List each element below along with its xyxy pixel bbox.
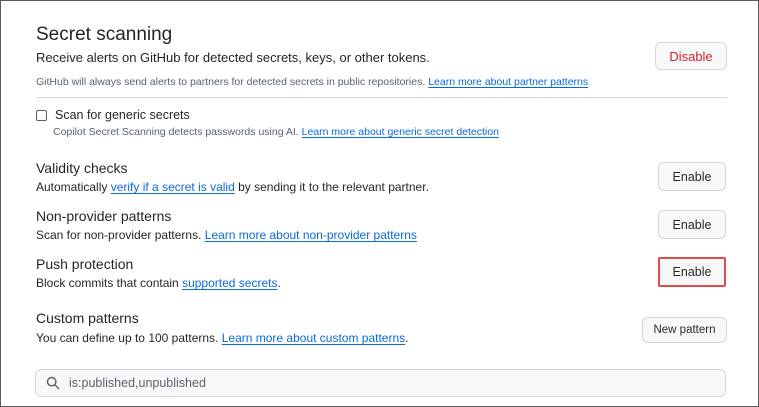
custom-patterns-link[interactable]: Learn more about custom patterns — [222, 331, 405, 345]
search-icon — [46, 376, 60, 390]
enable-push-protection-button[interactable]: Enable — [658, 257, 726, 287]
non-provider-patterns-title: Non-provider patterns — [36, 208, 172, 224]
partner-patterns-link[interactable]: Learn more about partner patterns — [428, 76, 588, 88]
custom-patterns-period: . — [405, 331, 409, 345]
partner-alerts-note: GitHub will always send alerts to partne… — [36, 76, 588, 88]
push-protection-desc-text: Block commits that contain — [36, 276, 179, 290]
verify-secret-link[interactable]: verify if a secret is valid — [111, 180, 235, 194]
push-protection-title: Push protection — [36, 256, 134, 272]
section-divider — [36, 97, 727, 98]
push-protection-description: Block commits that contain supported sec… — [36, 276, 281, 290]
push-protection-period: . — [277, 276, 281, 290]
validity-checks-desc-after: by sending it to the relevant partner. — [238, 180, 429, 194]
enable-validity-checks-button[interactable]: Enable — [658, 162, 726, 191]
enable-non-provider-patterns-button[interactable]: Enable — [658, 210, 726, 239]
secret-scanning-description: Receive alerts on GitHub for detected se… — [36, 50, 430, 65]
validity-checks-description: Automatically verify if a secret is vali… — [36, 180, 429, 194]
generic-secrets-checkbox[interactable] — [36, 109, 47, 121]
generic-secrets-description: Copilot Secret Scanning detects password… — [53, 126, 499, 138]
supported-secrets-link[interactable]: supported secrets — [182, 276, 277, 290]
search-query-value[interactable]: is:published,unpublished — [69, 376, 206, 390]
enable-push-protection-label: Enable — [672, 265, 712, 279]
custom-patterns-title: Custom patterns — [36, 310, 139, 326]
partner-alerts-note-text: GitHub will always send alerts to partne… — [36, 76, 426, 88]
disable-secret-scanning-button[interactable]: Disable — [655, 42, 727, 70]
generic-secret-detection-link[interactable]: Learn more about generic secret detectio… — [302, 126, 499, 138]
generic-secrets-label[interactable]: Scan for generic secrets — [55, 108, 190, 122]
non-provider-patterns-link[interactable]: Learn more about non-provider patterns — [205, 228, 417, 242]
pattern-search-input[interactable]: is:published,unpublished — [35, 369, 726, 397]
new-pattern-button[interactable]: New pattern — [642, 317, 727, 343]
generic-secrets-row: Scan for generic secrets — [36, 108, 190, 122]
secret-scanning-title: Secret scanning — [36, 24, 173, 45]
non-provider-desc-text: Scan for non-provider patterns. — [36, 228, 202, 242]
validity-checks-title: Validity checks — [36, 160, 128, 176]
custom-patterns-description: You can define up to 100 patterns. Learn… — [36, 331, 409, 345]
non-provider-patterns-description: Scan for non-provider patterns. Learn mo… — [36, 228, 417, 242]
validity-checks-desc-before: Automatically — [36, 180, 108, 194]
generic-secrets-description-text: Copilot Secret Scanning detects password… — [53, 126, 299, 138]
custom-patterns-desc-text: You can define up to 100 patterns. — [36, 331, 219, 345]
